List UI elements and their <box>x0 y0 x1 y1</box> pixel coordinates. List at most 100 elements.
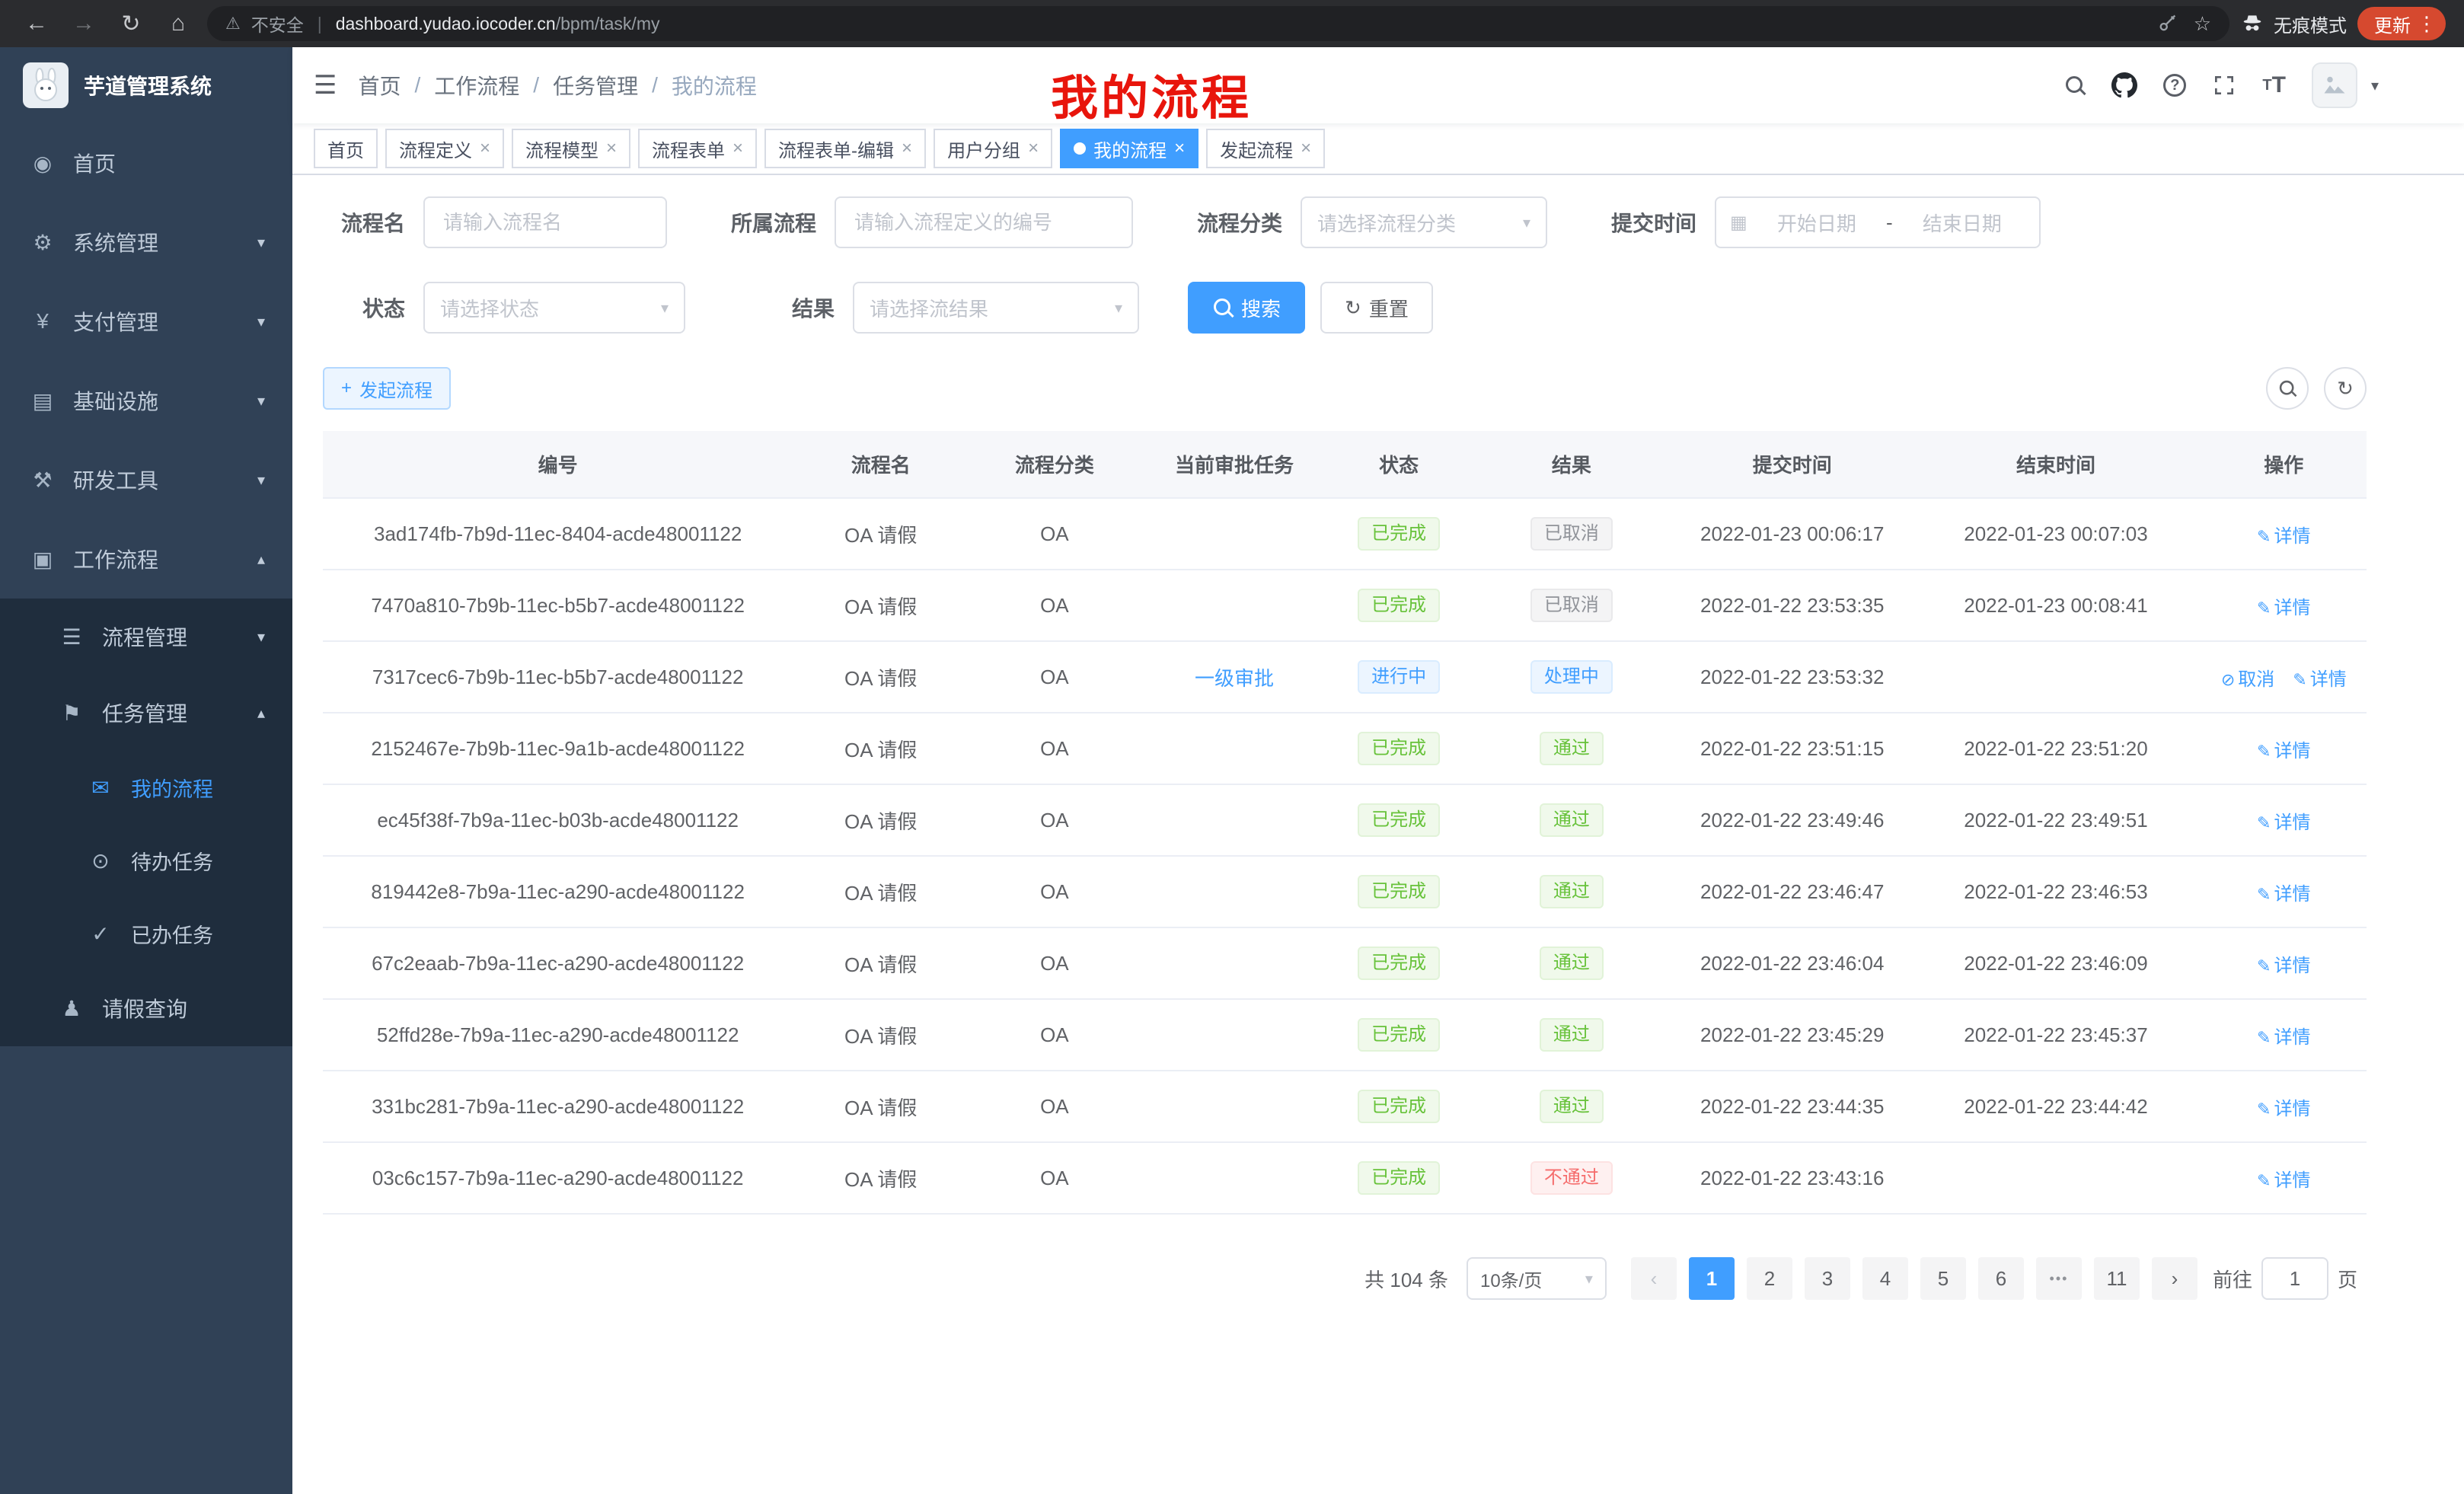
user-avatar[interactable] <box>2312 62 2357 108</box>
browser-menu-icon[interactable]: ⋮ <box>2417 12 2437 36</box>
breadcrumb-item[interactable]: 工作流程 <box>434 70 519 101</box>
row-action-detail[interactable]: ✎详情 <box>2293 669 2346 690</box>
search-button[interactable]: 搜索 <box>1188 282 1305 334</box>
font-size-icon[interactable]: TT <box>2262 72 2286 98</box>
close-icon[interactable]: × <box>902 138 912 159</box>
sidebar-item-process-mgmt[interactable]: ☰流程管理▾ <box>0 599 292 675</box>
page-size-select[interactable]: 10条/页▾ <box>1467 1257 1607 1300</box>
row-action-detail[interactable]: ✎详情 <box>2257 1027 2310 1048</box>
cell-submit-time: 2022-01-22 23:45:29 <box>1674 999 1910 1071</box>
search-icon[interactable] <box>2064 75 2086 96</box>
goto-page-input[interactable] <box>2261 1257 2328 1300</box>
action-label: 详情 <box>2274 956 2310 976</box>
key-icon[interactable] <box>2157 13 2178 34</box>
sidebar-item-label: 系统管理 <box>73 227 158 257</box>
navbar: ☰ 首页/工作流程/任务管理/我的流程 我的流程 ? TT ▾ <box>292 47 2464 123</box>
cell-id: 3ad174fb-7b9d-11ec-8404-acde48001122 <box>323 498 793 570</box>
close-icon[interactable]: × <box>1028 138 1039 159</box>
more-pages-button[interactable]: ••• <box>2036 1257 2082 1300</box>
result-label: 结果 <box>722 292 853 323</box>
row-action-detail[interactable]: ✎详情 <box>2257 598 2310 618</box>
action-label: 取消 <box>2238 669 2274 690</box>
column-header: 提交时间 <box>1674 431 1910 498</box>
cell-process-name: OA 请假 <box>793 999 969 1071</box>
sidebar-item-done-task[interactable]: ✓已办任务 <box>0 897 292 970</box>
help-icon[interactable]: ? <box>2163 74 2186 97</box>
task-link[interactable]: 一级审批 <box>1195 667 1274 690</box>
tab-process-form-edit[interactable]: 流程表单-编辑× <box>764 129 926 168</box>
create-process-button[interactable]: +发起流程 <box>323 367 451 410</box>
row-action-detail[interactable]: ✎详情 <box>2257 1099 2310 1119</box>
next-page-button[interactable]: › <box>2152 1257 2197 1300</box>
tab-home[interactable]: 首页 <box>314 129 378 168</box>
reset-button[interactable]: ↻重置 <box>1320 282 1433 334</box>
page-button-1[interactable]: 1 <box>1689 1257 1735 1300</box>
page-button-6[interactable]: 6 <box>1978 1257 2024 1300</box>
submit-time-range[interactable]: ▦ 开始日期 - 结束日期 <box>1715 196 2041 248</box>
tab-process-definition[interactable]: 流程定义× <box>385 129 504 168</box>
sidebar-item-payment[interactable]: ¥支付管理▾ <box>0 282 292 361</box>
tab-process-form[interactable]: 流程表单× <box>638 129 757 168</box>
cell-submit-time: 2022-01-22 23:49:46 <box>1674 784 1910 856</box>
process-name-input[interactable] <box>423 196 667 248</box>
row-action-detail[interactable]: ✎详情 <box>2257 812 2310 833</box>
close-icon[interactable]: × <box>732 138 743 159</box>
browser-home-icon[interactable]: ⌂ <box>160 5 196 42</box>
result-select[interactable]: 请选择流结果 ▾ <box>853 282 1139 334</box>
row-action-detail[interactable]: ✎详情 <box>2257 884 2310 905</box>
close-icon[interactable]: × <box>606 138 617 159</box>
breadcrumb-item[interactable]: 首页 <box>358 70 401 101</box>
row-action-detail[interactable]: ✎详情 <box>2257 741 2310 761</box>
address-bar[interactable]: ⚠ 不安全 | dashboard.yudao.iocoder.cn/bpm/t… <box>207 6 2229 41</box>
detail-icon: ✎ <box>2257 956 2271 975</box>
row-action-detail[interactable]: ✎详情 <box>2257 956 2310 976</box>
close-icon[interactable]: × <box>1301 138 1311 159</box>
row-action-detail[interactable]: ✎详情 <box>2257 1170 2310 1191</box>
cell-result: 处理中 <box>1470 641 1674 713</box>
tab-user-group[interactable]: 用户分组× <box>934 129 1052 168</box>
prev-page-button[interactable]: ‹ <box>1631 1257 1677 1300</box>
sidebar-item-todo-task[interactable]: ⊙待办任务 <box>0 824 292 897</box>
row-action-cancel[interactable]: ⊘取消 <box>2221 669 2274 690</box>
tab-my-process[interactable]: 我的流程× <box>1060 129 1198 168</box>
sidebar-item-system[interactable]: ⚙系统管理▾ <box>0 203 292 282</box>
bookmark-star-icon[interactable]: ☆ <box>2194 12 2211 36</box>
back-icon[interactable]: ← <box>18 5 55 42</box>
sidebar-item-task-mgmt[interactable]: ⚑任务管理▴ <box>0 675 292 751</box>
table-refresh-icon[interactable]: ↻ <box>2324 367 2367 410</box>
close-icon[interactable]: × <box>480 138 490 159</box>
process-def-input[interactable] <box>835 196 1133 248</box>
table-row: ec45f38f-7b9a-11ec-b03b-acde48001122OA 请… <box>323 784 2367 856</box>
reload-icon[interactable]: ↻ <box>113 5 149 42</box>
page-button-2[interactable]: 2 <box>1747 1257 1792 1300</box>
tab-process-model[interactable]: 流程模型× <box>512 129 630 168</box>
sidebar-item-leave-query[interactable]: ♟请假查询 <box>0 970 292 1046</box>
sidebar-toggle-icon[interactable]: ☰ <box>292 70 358 101</box>
update-button[interactable]: 更新 ⋮ <box>2357 7 2446 40</box>
cell-result: 通过 <box>1470 713 1674 784</box>
page-button-5[interactable]: 5 <box>1920 1257 1966 1300</box>
sidebar-item-infrastructure[interactable]: ▤基础设施▾ <box>0 361 292 440</box>
sidebar-item-workflow[interactable]: ▣工作流程▴ <box>0 519 292 599</box>
action-label: 详情 <box>2274 526 2310 547</box>
table-search-icon[interactable] <box>2266 367 2309 410</box>
page-button-4[interactable]: 4 <box>1862 1257 1908 1300</box>
tab-start-process[interactable]: 发起流程× <box>1206 129 1325 168</box>
page-button-3[interactable]: 3 <box>1805 1257 1850 1300</box>
sidebar-item-home[interactable]: ◉首页 <box>0 123 292 203</box>
github-icon[interactable] <box>2111 72 2137 98</box>
sidebar-item-devtools[interactable]: ⚒研发工具▾ <box>0 440 292 519</box>
breadcrumb: 首页/工作流程/任务管理/我的流程 <box>358 70 756 101</box>
status-select[interactable]: 请选择状态 ▾ <box>423 282 685 334</box>
sidebar-item-my-process[interactable]: ✉我的流程 <box>0 751 292 824</box>
row-action-detail[interactable]: ✎详情 <box>2257 526 2310 547</box>
avatar-dropdown-icon[interactable]: ▾ <box>2371 76 2379 95</box>
category-select[interactable]: 请选择流程分类 ▾ <box>1301 196 1547 248</box>
close-icon[interactable]: × <box>1174 138 1185 159</box>
submit-time-label: 提交时间 <box>1584 207 1715 238</box>
status-badge: 已完成 <box>1358 1161 1440 1195</box>
fullscreen-icon[interactable] <box>2212 73 2236 97</box>
breadcrumb-item[interactable]: 任务管理 <box>553 70 638 101</box>
forward-icon[interactable]: → <box>65 5 102 42</box>
page-button-11[interactable]: 11 <box>2094 1257 2140 1300</box>
